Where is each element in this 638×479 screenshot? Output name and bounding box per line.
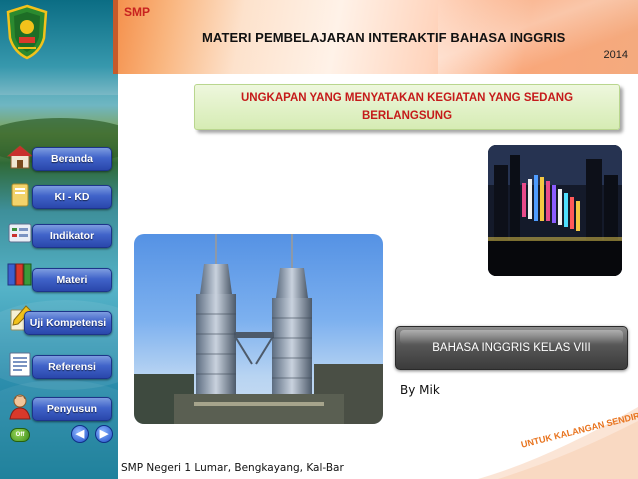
sidebar-item-beranda[interactable]: Beranda xyxy=(32,147,112,171)
night-city-photo xyxy=(488,145,622,276)
sidebar-item-label: Indikator xyxy=(49,230,95,242)
sidebar-item-uji-kompetensi[interactable]: Uji Kompetensi xyxy=(24,311,112,335)
sidebar-item-materi[interactable]: Materi xyxy=(32,268,112,292)
page-title: MATERI PEMBELAJARAN INTERAKTIF BAHASA IN… xyxy=(202,30,566,45)
regency-emblem-logo xyxy=(6,4,48,60)
arrow-right-icon: ▶ xyxy=(99,427,109,440)
class-badge: BAHASA INGGRIS KELAS VIII xyxy=(395,326,628,370)
school-footer: SMP Negeri 1 Lumar, Bengkayang, Kal-Bar xyxy=(121,462,344,474)
topic-box: UNGKAPAN YANG MENYATAKAN KEGIATAN YANG S… xyxy=(194,84,620,130)
person-icon xyxy=(6,392,34,420)
folder-icon xyxy=(6,181,34,209)
next-button[interactable]: ▶ xyxy=(95,425,113,443)
badge-gloss xyxy=(400,330,623,344)
sidebar-item-label: Penyusun xyxy=(46,403,98,415)
home-icon xyxy=(6,143,34,171)
topic-title: UNGKAPAN YANG MENYATAKAN KEGIATAN YANG S… xyxy=(240,92,574,122)
sidebar-item-label: Beranda xyxy=(50,153,93,165)
night-city-illustration xyxy=(488,145,622,276)
twin-towers-illustration xyxy=(134,234,383,424)
author-credit: By Mik xyxy=(400,383,440,397)
prev-button[interactable]: ◀ xyxy=(71,425,89,443)
sidebar-item-penyusun[interactable]: Penyusun xyxy=(32,397,112,421)
binders-icon xyxy=(6,260,34,288)
checklist-icon xyxy=(6,219,34,247)
petronas-towers-photo xyxy=(134,234,383,424)
sidebar-item-label: Uji Kompetensi xyxy=(29,317,107,329)
exit-button[interactable]: Off xyxy=(10,428,30,442)
document-icon xyxy=(6,350,34,378)
sidebar-item-referensi[interactable]: Referensi xyxy=(32,355,112,379)
year-label: 2014 xyxy=(603,49,628,61)
arrow-left-icon: ◀ xyxy=(75,427,85,440)
sidebar-item-label: KI - KD xyxy=(54,191,90,203)
level-tag: SMP xyxy=(124,5,151,19)
sidebar-item-ki-kd[interactable]: KI - KD xyxy=(32,185,112,209)
exit-button-label: Off xyxy=(15,432,25,438)
sidebar-item-label: Referensi xyxy=(48,361,96,373)
header-banner: SMP MATERI PEMBELAJARAN INTERAKTIF BAHAS… xyxy=(113,0,638,74)
sidebar-item-label: Materi xyxy=(56,274,88,286)
sidebar-item-indikator[interactable]: Indikator xyxy=(32,224,112,248)
